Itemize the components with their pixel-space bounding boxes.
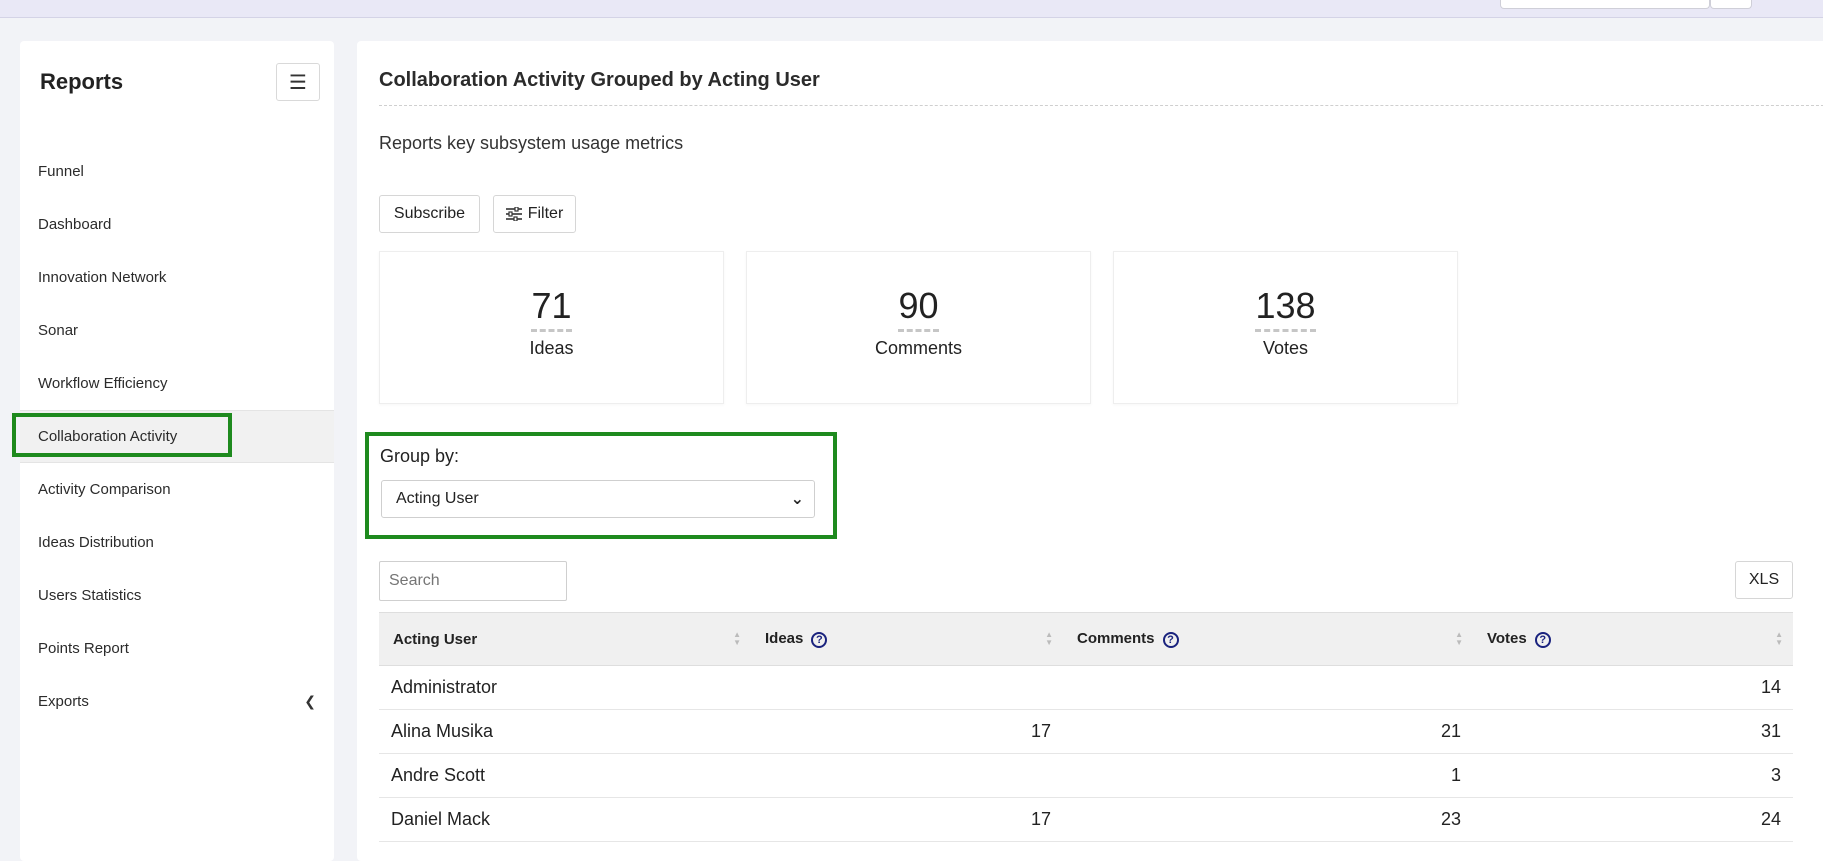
sidebar-item-ideas-distribution[interactable]: Ideas Distribution — [20, 516, 334, 569]
cell-ideas — [751, 665, 1063, 710]
reports-sidebar: Reports ☰ Funnel Dashboard Innovation Ne… — [12, 41, 334, 861]
sidebar-item-label: Innovation Network — [38, 269, 167, 286]
page-title: Collaboration Activity Grouped by Acting… — [379, 69, 820, 91]
cell-comments — [1063, 665, 1473, 710]
stat-label: Ideas — [529, 338, 574, 358]
page-subtitle: Reports key subsystem usage metrics — [379, 133, 684, 153]
sidebar-item-sonar[interactable]: Sonar — [20, 304, 334, 357]
help-icon[interactable]: ? — [1162, 631, 1179, 648]
header-label: Ideas — [765, 630, 804, 648]
table-row: Alina Musika 17 21 31 — [379, 709, 1793, 754]
sidebar-item-exports[interactable]: Exports ❮ — [20, 675, 334, 728]
cell-acting-user: Administrator — [379, 665, 751, 710]
cell-votes: 31 — [1473, 709, 1793, 754]
sidebar-item-innovation-network[interactable]: Innovation Network — [20, 251, 334, 304]
cell-ideas: 17 — [751, 797, 1063, 842]
header-label: Comments — [1077, 630, 1155, 648]
sort-icon: ▲ ▼ — [733, 630, 741, 647]
column-header-comments[interactable]: Comments? ▲ ▼ — [1063, 612, 1473, 666]
sidebar-item-users-statistics[interactable]: Users Statistics — [20, 569, 334, 622]
table-row: Administrator 14 — [379, 665, 1793, 710]
stat-label: Comments — [874, 338, 963, 358]
xls-export-button[interactable]: XLS — [1735, 561, 1793, 599]
stat-card-ideas: 71 Ideas — [379, 251, 724, 404]
header-label: Acting User — [393, 630, 478, 648]
sidebar-item-label: Workflow Efficiency — [38, 375, 168, 392]
cell-comments: 21 — [1063, 709, 1473, 754]
sidebar-nav: Funnel Dashboard Innovation Network Sona… — [12, 145, 334, 728]
help-icon[interactable]: ? — [1534, 631, 1551, 648]
column-header-acting-user[interactable]: Acting User ▲ ▼ — [379, 612, 751, 666]
header-label: Votes — [1487, 630, 1527, 648]
sort-icon: ▲ ▼ — [1455, 630, 1463, 647]
title-divider — [379, 105, 1823, 106]
stat-card-comments: 90 Comments — [746, 251, 1091, 404]
cell-comments: 23 — [1063, 797, 1473, 842]
highlight-box — [12, 413, 232, 457]
sidebar-item-label: Users Statistics — [38, 587, 142, 604]
sort-icon: ▲ ▼ — [1045, 630, 1053, 647]
table-search-input[interactable] — [379, 561, 567, 601]
cell-acting-user: Andre Scott — [379, 753, 751, 798]
sidebar-item-collaboration-activity[interactable]: Collaboration Activity — [12, 410, 334, 463]
sidebar-item-points-report[interactable]: Points Report — [20, 622, 334, 675]
global-search-button[interactable] — [1710, 0, 1752, 9]
stat-card-votes: 138 Votes — [1113, 251, 1458, 404]
chevron-down-icon: ⌄ — [790, 491, 804, 508]
group-by-label: Group by: — [380, 446, 460, 466]
column-header-votes[interactable]: Votes? ▲ ▼ — [1473, 612, 1793, 666]
sidebar-item-label: Exports — [38, 693, 89, 710]
sidebar-item-dashboard[interactable]: Dashboard — [20, 198, 334, 251]
hamburger-icon: ☰ — [289, 71, 307, 94]
stat-value: 71 — [531, 286, 572, 332]
chevron-left-icon: ❮ — [304, 693, 316, 709]
group-by-select[interactable]: Acting User ⌄ — [381, 480, 815, 518]
column-header-ideas[interactable]: Ideas? ▲ ▼ — [751, 612, 1063, 666]
sidebar-item-activity-comparison[interactable]: Activity Comparison — [20, 463, 334, 516]
menu-toggle-button[interactable]: ☰ — [276, 63, 320, 101]
global-search-input[interactable] — [1500, 0, 1710, 9]
cell-votes: 3 — [1473, 753, 1793, 798]
top-bar — [0, 0, 1823, 18]
cell-votes: 24 — [1473, 797, 1793, 842]
sidebar-item-label: Dashboard — [38, 216, 112, 233]
sidebar-item-label: Funnel — [38, 163, 84, 180]
sidebar-title: Reports — [40, 69, 124, 94]
subscribe-button[interactable]: Subscribe — [379, 195, 480, 233]
group-by-selected-value: Acting User — [396, 490, 479, 507]
stat-label: Votes — [1262, 338, 1309, 358]
sidebar-item-funnel[interactable]: Funnel — [20, 145, 334, 198]
filter-button[interactable]: Filter — [493, 195, 576, 233]
sort-icon: ▲ ▼ — [1775, 630, 1783, 647]
table-row: Daniel Mack 17 23 24 — [379, 797, 1793, 842]
sidebar-item-label: Sonar — [38, 322, 79, 339]
cell-ideas — [751, 753, 1063, 798]
filter-label: Filter — [527, 205, 564, 222]
cell-ideas: 17 — [751, 709, 1063, 754]
table-row: Andre Scott 1 3 — [379, 753, 1793, 798]
cell-votes: 14 — [1473, 665, 1793, 710]
stat-value: 90 — [898, 286, 939, 332]
sidebar-item-workflow-efficiency[interactable]: Workflow Efficiency — [20, 357, 334, 410]
sliders-icon — [505, 207, 522, 221]
cell-comments: 1 — [1063, 753, 1473, 798]
sidebar-item-label: Ideas Distribution — [38, 534, 154, 551]
sidebar-item-label: Activity Comparison — [38, 481, 171, 498]
cell-acting-user: Alina Musika — [379, 709, 751, 754]
sidebar-item-label: Points Report — [38, 640, 129, 657]
stat-value: 138 — [1255, 286, 1316, 332]
cell-acting-user: Daniel Mack — [379, 797, 751, 842]
activity-table: Acting User ▲ ▼ Ideas? ▲ ▼ Comments? ▲ ▼ Vo… — [379, 612, 1793, 842]
help-icon[interactable]: ? — [811, 631, 828, 648]
group-by-section: Group by: Acting User ⌄ — [365, 432, 837, 539]
main-panel: Collaboration Activity Grouped by Acting… — [357, 41, 1823, 861]
